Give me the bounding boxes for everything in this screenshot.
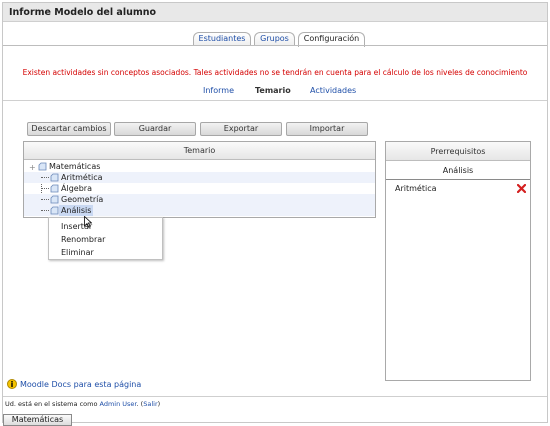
tabs-divider xyxy=(3,45,547,46)
tab-estudiantes[interactable]: Estudiantes xyxy=(193,32,251,46)
prerequisito-item: Aritmética xyxy=(386,182,530,195)
folder-icon xyxy=(38,162,47,171)
subtab-temario[interactable]: Temario xyxy=(255,86,291,95)
context-menu-delete[interactable]: Eliminar xyxy=(61,248,94,257)
page-title: Informe Modelo del alumno xyxy=(9,7,157,18)
paren-close: ) xyxy=(157,400,161,408)
tree-node-label: Álgebra xyxy=(61,184,92,193)
prerequisitos-header: Prerrequisitos xyxy=(386,142,530,161)
delete-icon[interactable] xyxy=(517,184,526,193)
tree-node-algebra[interactable]: Álgebra xyxy=(24,183,375,194)
tree-node-label: Aritmética xyxy=(61,173,103,182)
info-icon: i xyxy=(7,379,17,389)
folder-icon xyxy=(50,173,59,182)
tree-node-label: Matemáticas xyxy=(49,162,101,171)
save-button[interactable]: Guardar xyxy=(114,122,196,136)
import-button[interactable]: Importar xyxy=(286,122,368,136)
warning-message: Existen actividades sin conceptos asocia… xyxy=(22,68,528,77)
tree-connector xyxy=(41,199,49,200)
tree-node-label: Análisis xyxy=(59,205,94,216)
folder-icon xyxy=(50,195,59,204)
tree-node-aritmetica[interactable]: Aritmética xyxy=(24,172,375,183)
temario-header: Temario xyxy=(24,142,375,160)
prerequisitos-subject: Análisis xyxy=(386,161,530,180)
mouse-cursor-icon xyxy=(84,216,92,228)
sub-tabs: Informe Temario Actividades xyxy=(3,86,547,98)
subtab-informe[interactable]: Informe xyxy=(203,86,234,95)
tree-node-label: Geometría xyxy=(61,195,104,204)
tree-connector xyxy=(41,177,49,178)
subtab-actividades[interactable]: Actividades xyxy=(310,86,356,95)
logout-link[interactable]: Salir xyxy=(143,400,157,408)
login-info-dot: . xyxy=(136,400,139,408)
temario-panel: Temario + Matemáticas Aritmética Álgebra… xyxy=(23,141,376,218)
context-menu: Insertar Renombrar Eliminar xyxy=(48,217,163,260)
footer-divider xyxy=(3,396,547,397)
tree-connector xyxy=(41,188,49,189)
tree-node-geometria[interactable]: Geometría xyxy=(24,194,375,205)
subtabs-divider xyxy=(3,100,547,101)
context-menu-rename[interactable]: Renombrar xyxy=(61,235,105,244)
course-home-button[interactable]: Matemáticas xyxy=(3,414,72,426)
page-header: Informe Modelo del alumno xyxy=(3,3,547,22)
login-info-prefix: Ud. está en el sistema como xyxy=(5,400,98,408)
tree-node-root[interactable]: + Matemáticas xyxy=(24,161,375,172)
export-button[interactable]: Exportar xyxy=(200,122,282,136)
tree-connector xyxy=(41,210,49,211)
main-tabs: Estudiantes Grupos Configuración xyxy=(3,32,547,47)
tree-node-analisis[interactable]: Análisis xyxy=(24,205,375,216)
login-info: Ud. está en el sistema como Admin User. … xyxy=(5,400,160,408)
folder-icon xyxy=(50,184,59,193)
prerequisitos-panel: Prerrequisitos Análisis Aritmética xyxy=(385,141,531,381)
moodle-docs-link[interactable]: Moodle Docs para esta página xyxy=(20,380,141,389)
page-frame: Informe Modelo del alumno Estudiantes Gr… xyxy=(2,2,548,426)
folder-icon xyxy=(50,206,59,215)
prerequisito-label: Aritmética xyxy=(395,184,437,193)
discard-changes-button[interactable]: Descartar cambios xyxy=(27,122,111,136)
tab-grupos[interactable]: Grupos xyxy=(254,32,295,46)
user-link[interactable]: Admin User xyxy=(100,400,137,408)
